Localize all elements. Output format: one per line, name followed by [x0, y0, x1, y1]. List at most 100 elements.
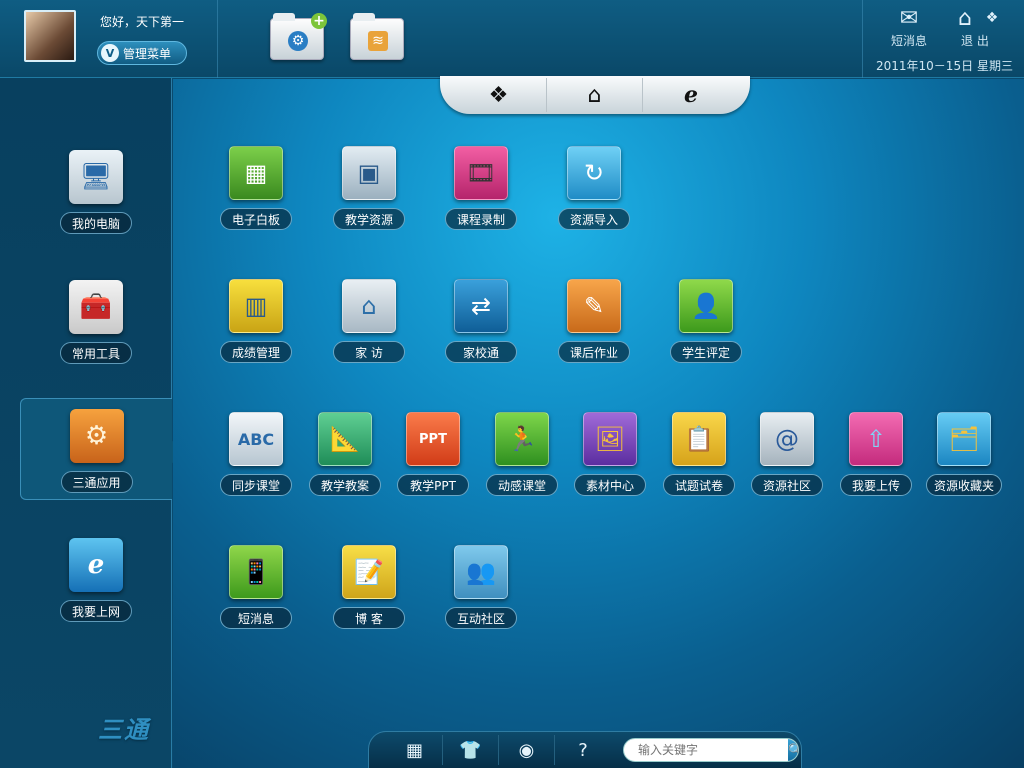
sidebar-item-tools[interactable]: 🧰 常用工具	[20, 270, 172, 372]
tab-ie[interactable]: e	[643, 78, 739, 112]
app-material-center[interactable]: 🖼 素材中心	[566, 412, 654, 508]
app-label: 教学资源	[333, 208, 405, 230]
ppt-icon: PPT	[406, 412, 460, 466]
app-resource-favorites[interactable]: 🗂 资源收藏夹	[920, 412, 1008, 508]
bottom-toolbar: ▦ 👕 ◉ ? 🔍	[368, 731, 802, 768]
brand-logo: 三通	[98, 716, 150, 744]
film-icon: 🎞	[454, 146, 508, 200]
shirt-icon: 👕	[459, 739, 482, 761]
home-icon: ⌂	[587, 82, 602, 108]
sms-label[interactable]: 短消息	[891, 32, 927, 49]
sidebar-item-label: 我要上网	[60, 600, 132, 622]
app-teaching-resources[interactable]: ▣ 教学资源	[325, 146, 413, 242]
manage-menu-button[interactable]: V 管理菜单	[97, 41, 187, 65]
archive-icon: ≋	[368, 31, 388, 51]
sidebar-item-label: 常用工具	[60, 342, 132, 364]
house-icon: ⌂	[342, 279, 396, 333]
app-teaching-ppt[interactable]: PPT 教学PPT	[389, 412, 477, 508]
abc-icon: ABC	[229, 412, 283, 466]
app-label: 资源收藏夹	[925, 474, 1002, 496]
app-label: 学生评定	[670, 341, 742, 363]
grid-icon: ▦	[405, 739, 423, 761]
sidebar-item-label: 三通应用	[60, 471, 133, 493]
theme-button[interactable]: 👕	[443, 735, 499, 765]
app-label: 教学PPT	[397, 474, 469, 496]
app-sync-class[interactable]: ABC 同步课堂	[212, 412, 300, 508]
app-label: 试题试卷	[663, 474, 735, 496]
app-label: 课后作业	[558, 341, 630, 363]
app-label: 博 客	[333, 607, 405, 629]
search-box: 🔍	[623, 738, 799, 762]
gear-icon: ⚙	[288, 31, 308, 51]
search-button[interactable]: 🔍	[788, 739, 798, 761]
lesson-plan-icon: 📐	[318, 412, 372, 466]
sidebar-item-internet[interactable]: e 我要上网	[20, 528, 172, 630]
homework-icon: ✎	[567, 279, 621, 333]
app-label: 动感课堂	[486, 474, 558, 496]
photos-icon: 🖼	[583, 412, 637, 466]
app-label: 同步课堂	[220, 474, 292, 496]
manage-menu-label: 管理菜单	[123, 46, 172, 61]
app-grades[interactable]: ▥ 成绩管理	[212, 279, 300, 375]
app-resource-community[interactable]: @ 资源社区	[743, 412, 831, 508]
app-label: 成绩管理	[220, 341, 292, 363]
import-icon: ↻	[567, 146, 621, 200]
ie-icon: e	[684, 82, 698, 108]
app-label: 素材中心	[574, 474, 646, 496]
app-whiteboard[interactable]: ▦ 电子白板	[212, 146, 300, 242]
help-button[interactable]: ?	[555, 735, 611, 765]
mail-icon[interactable]: ✉	[892, 4, 926, 32]
grades-icon: ▥	[229, 279, 283, 333]
app-upload[interactable]: ⇧ 我要上传	[832, 412, 920, 508]
grid-view-button[interactable]: ▦	[387, 735, 443, 765]
app-label: 我要上传	[840, 474, 912, 496]
upload-icon: ⇧	[849, 412, 903, 466]
ie-icon: e	[69, 538, 123, 592]
app-homework[interactable]: ✎ 课后作业	[550, 279, 638, 375]
student-icon: 👤	[679, 279, 733, 333]
app-resource-import[interactable]: ↻ 资源导入	[550, 146, 638, 242]
tab-windows[interactable]: ❖	[451, 78, 547, 112]
app-label: 资源社区	[751, 474, 823, 496]
app-label: 课程录制	[445, 208, 517, 230]
phone-icon: 📱	[229, 545, 283, 599]
divider	[217, 0, 218, 78]
address-book-icon: @	[760, 412, 814, 466]
search-input[interactable]	[624, 739, 788, 761]
app-student-evaluation[interactable]: 👤 学生评定	[662, 279, 750, 375]
top-bar: 您好，天下第一 V 管理菜单 ⚙ + ≋ ✉ 短消息 ⌂ ❖ 退 出 2011年…	[0, 0, 1024, 78]
app-label: 短消息	[220, 607, 292, 629]
windows-icon[interactable]: ❖	[975, 4, 1009, 32]
app-test-papers[interactable]: 📋 试题试卷	[655, 412, 743, 508]
app-home-visit[interactable]: ⌂ 家 访	[325, 279, 413, 375]
app-label: 互动社区	[445, 607, 517, 629]
tab-home[interactable]: ⌂	[547, 78, 643, 112]
app-interactive-community[interactable]: 👥 互动社区	[437, 545, 525, 641]
chevron-down-icon: V	[101, 44, 119, 62]
sidebar-item-my-computer[interactable]: 🖥 我的电脑	[20, 140, 172, 242]
app-blog[interactable]: 📝 博 客	[325, 545, 413, 641]
weekday-text: 星期三	[977, 59, 1014, 73]
gears-icon: ⚙	[69, 409, 124, 463]
greeting-text: 您好，天下第一	[100, 15, 185, 29]
app-label: 电子白板	[220, 208, 292, 230]
app-dynamic-class[interactable]: 🏃 动感课堂	[478, 412, 566, 508]
sidebar-item-apps[interactable]: ⚙ 三通应用	[20, 398, 172, 500]
community-icon: 👥	[454, 545, 508, 599]
logout-label[interactable]: 退 出	[961, 32, 989, 49]
windows-icon: ❖	[488, 82, 509, 108]
app-course-record[interactable]: 🎞 课程录制	[437, 146, 525, 242]
question-icon: ?	[578, 739, 588, 761]
eye-icon: ◉	[518, 739, 535, 761]
app-label: 家 访	[333, 341, 405, 363]
date-text: 2011年10－15日	[876, 59, 974, 73]
app-home-school[interactable]: ⇄ 家校通	[437, 279, 525, 375]
divider	[862, 0, 863, 78]
app-sms[interactable]: 📱 短消息	[212, 545, 300, 641]
settings-folder-button[interactable]: ⚙ +	[270, 13, 327, 60]
avatar[interactable]	[24, 10, 76, 62]
view-button[interactable]: ◉	[499, 735, 555, 765]
app-lesson-plan[interactable]: 📐 教学教案	[301, 412, 389, 508]
archive-folder-button[interactable]: ≋	[350, 13, 404, 60]
network-icon: ⇄	[454, 279, 508, 333]
